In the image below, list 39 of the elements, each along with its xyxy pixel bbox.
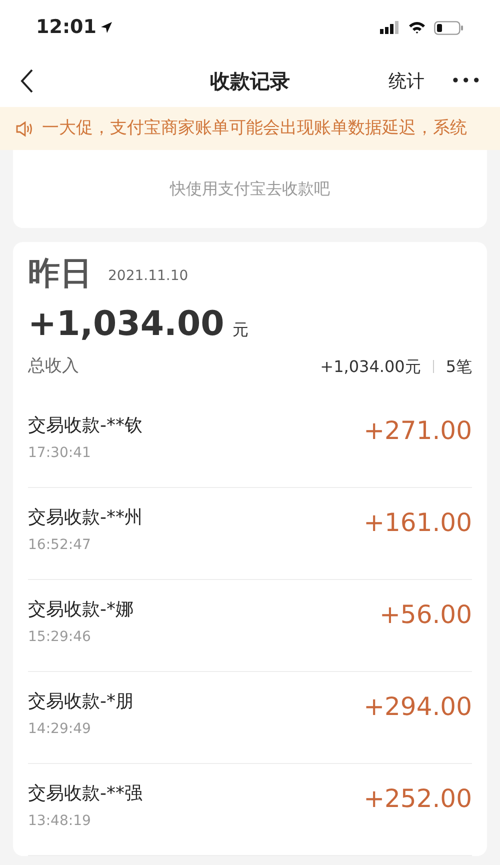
transaction-amount: +271.00 [364, 414, 472, 447]
day-total: +1,034.00 [28, 303, 224, 346]
back-icon[interactable] [20, 69, 34, 93]
transaction-time: 14:29:49 [28, 720, 92, 739]
transaction-title: 交易收款-*朋 [28, 690, 134, 714]
battery-icon [434, 20, 464, 34]
summary-amount: +1,034.00元 [320, 356, 421, 378]
clock-time: 12:01 [36, 15, 96, 40]
transaction-title: 交易收款-*娜 [28, 598, 134, 622]
location-arrow-icon [100, 21, 114, 34]
transaction-row[interactable]: 交易收款-*娜 15:29:46 +56.00 [28, 580, 472, 672]
summary-label: 总收入 [28, 355, 79, 378]
statistics-link[interactable]: 统计 [388, 68, 425, 94]
transaction-time: 15:29:46 [28, 628, 92, 647]
transaction-row[interactable]: 交易收款-**强 13:48:19 +252.00 [28, 764, 472, 856]
transaction-time: 16:52:47 [28, 536, 92, 555]
transaction-row[interactable]: 交易收款-**州 16:52:47 +161.00 [28, 488, 472, 580]
page-title: 收款记录 [210, 69, 290, 93]
transaction-title: 交易收款-**强 [28, 782, 142, 806]
day-label: 昨日 [28, 256, 92, 292]
signal-icon [380, 21, 400, 34]
transaction-row[interactable]: 交易收款-**钦 17:30:41 +271.00 [28, 396, 472, 488]
day-date: 2021.11.10 [108, 267, 188, 286]
wifi-icon [408, 21, 426, 34]
transaction-amount: +161.00 [364, 506, 472, 539]
more-button[interactable]: ••• [450, 69, 482, 93]
transaction-title: 交易收款-**州 [28, 506, 142, 530]
notice-text: 一大促，支付宝商家账单可能会出现账单数据延迟，系统 [42, 116, 467, 140]
transaction-time: 13:48:19 [28, 812, 92, 831]
transaction-row[interactable]: 交易收款-*朋 14:29:49 +294.00 [28, 672, 472, 764]
transaction-title: 交易收款-**钦 [28, 414, 142, 438]
transaction-amount: +252.00 [364, 782, 472, 815]
speaker-icon [16, 120, 34, 136]
summary-count: 5笔 [446, 356, 472, 378]
transaction-amount: +294.00 [364, 690, 472, 723]
empty-hint: 快使用支付宝去收款吧 [170, 178, 330, 200]
transaction-time: 17:30:41 [28, 444, 92, 463]
currency-unit: 元 [232, 319, 248, 342]
transaction-amount: +56.00 [379, 598, 472, 631]
